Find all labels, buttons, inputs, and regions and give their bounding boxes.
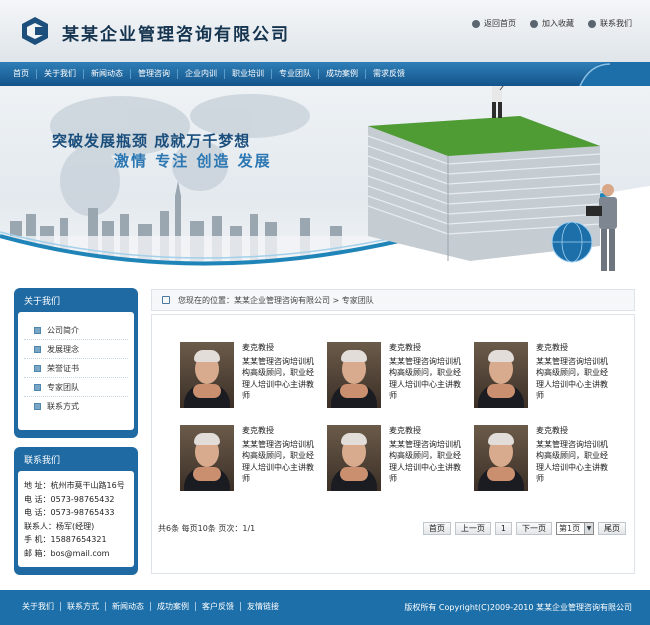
- top-links: 返回首页 加入收藏 联系我们: [472, 18, 632, 29]
- square-bullet-icon: [34, 326, 41, 334]
- expert-content: 麦克教授 某某管理咨询培训机构高级顾问，职业经理人培训中心主讲教师 麦克教授 某某管…: [151, 314, 635, 574]
- expert-name[interactable]: 麦克教授: [242, 425, 320, 437]
- contact-email: 邮 箱：bos@mail.com: [24, 548, 110, 558]
- expert-card[interactable]: 麦克教授某某管理咨询培训机构高级顾问，职业经理人培训中心主讲教师: [474, 342, 621, 408]
- expert-name[interactable]: 麦克教授: [536, 425, 614, 437]
- breadcrumb-text: 您现在的位置：某某企业管理咨询有限公司 > 专家团队: [178, 295, 374, 305]
- nav-item-team[interactable]: 专业团队: [272, 69, 319, 79]
- expert-name[interactable]: 麦克教授: [389, 342, 467, 354]
- home-icon: [472, 19, 480, 28]
- square-bullet-icon: [34, 403, 41, 410]
- expert-card[interactable]: 麦克教授某某管理咨询培训机构高级顾问，职业经理人培训中心主讲教师: [474, 425, 621, 491]
- breadcrumb: 您现在的位置：某某企业管理咨询有限公司 > 专家团队: [151, 289, 635, 311]
- about-box-title: 关于我们: [24, 297, 61, 307]
- location-icon: [162, 296, 170, 304]
- banner-illustration: [0, 86, 650, 274]
- contact-link[interactable]: 联系我们: [588, 18, 632, 29]
- site-title: 某某企业管理咨询有限公司: [62, 25, 290, 45]
- copyright: 版权所有 Copyright(C)2009-2010 某某企业管理咨询有限公司: [404, 603, 632, 612]
- next-page-button[interactable]: 下一页: [516, 522, 552, 535]
- expert-photo[interactable]: [327, 342, 381, 408]
- header: 某某企业管理咨询有限公司 返回首页 加入收藏 联系我们: [0, 0, 650, 62]
- expert-name[interactable]: 麦克教授: [389, 425, 467, 437]
- nav-item-cases[interactable]: 成功案例: [319, 69, 366, 79]
- contact-box-title: 联系我们: [24, 456, 61, 466]
- nav-item-training[interactable]: 企业内训: [178, 69, 225, 79]
- favorite-icon: [530, 19, 538, 28]
- square-bullet-icon: [34, 364, 41, 372]
- expert-desc: 某某管理咨询培训机构高级顾问，职业经理人培训中心主讲教师: [536, 356, 608, 401]
- pager-info: 共6条 每页10条 页次：1/1: [158, 524, 256, 533]
- pagination: 首页 上一页 1 下一页 第1页 ▼ 尾页: [422, 522, 626, 535]
- banner-slogan-primary: 突破发展瓶颈 成就万千梦想: [52, 132, 251, 150]
- nav-item-news[interactable]: 新闻动态: [84, 69, 131, 79]
- expert-desc: 某某管理咨询培训机构高级顾问，职业经理人培训中心主讲教师: [536, 439, 608, 484]
- expert-photo[interactable]: [327, 425, 381, 491]
- page-select[interactable]: 第1页 ▼: [556, 522, 594, 535]
- expert-name[interactable]: 麦克教授: [242, 342, 320, 354]
- expert-card[interactable]: 麦克教授某某管理咨询培训机构高级顾问，职业经理人培训中心主讲教师: [180, 425, 327, 491]
- expert-photo[interactable]: [180, 342, 234, 408]
- footer-link-friends[interactable]: 友情链接: [241, 602, 285, 611]
- banner: 突破发展瓶颈 成就万千梦想 激情 专注 创造 发展: [0, 86, 650, 274]
- contact-person: 联系人：杨军(经理): [24, 521, 95, 531]
- square-bullet-icon: [34, 383, 41, 391]
- logo-icon: [22, 17, 48, 45]
- nav-decoration: [579, 62, 650, 86]
- expert-card[interactable]: 麦克教授某某管理咨询培训机构高级顾问，职业经理人培训中心主讲教师: [327, 425, 474, 491]
- expert-photo[interactable]: [474, 425, 528, 491]
- footer-link-news[interactable]: 新闻动态: [106, 602, 151, 611]
- expert-card[interactable]: 麦克教授某某管理咨询培训机构高级顾问，职业经理人培训中心主讲教师: [180, 342, 327, 408]
- contact-icon: [588, 19, 596, 28]
- nav-item-consulting[interactable]: 管理咨询: [131, 69, 178, 79]
- first-page-button[interactable]: 首页: [422, 522, 451, 535]
- about-item-experts[interactable]: 专家团队: [24, 378, 128, 397]
- footer-link-contact[interactable]: 联系方式: [61, 602, 106, 611]
- banner-slogan-secondary: 激情 专注 创造 发展: [114, 152, 272, 170]
- square-bullet-icon: [34, 345, 41, 353]
- expert-photo[interactable]: [474, 342, 528, 408]
- page: 某某企业管理咨询有限公司 返回首页 加入收藏 联系我们 首页 关于我们 新闻动态…: [0, 0, 650, 625]
- expert-name[interactable]: 麦克教授: [536, 342, 614, 354]
- about-box: 关于我们 公司简介 发展理念 荣誉证书 专家团队 联系方式: [14, 288, 138, 438]
- prev-page-button[interactable]: 上一页: [454, 522, 491, 535]
- last-page-button[interactable]: 尾页: [598, 522, 626, 535]
- about-item-honors[interactable]: 荣誉证书: [24, 359, 128, 378]
- expert-desc: 某某管理咨询培训机构高级顾问，职业经理人培训中心主讲教师: [389, 356, 461, 401]
- contact-address: 地 址：杭州市莫干山路16号: [24, 481, 125, 490]
- expert-desc: 某某管理咨询培训机构高级顾问，职业经理人培训中心主讲教师: [242, 439, 314, 484]
- nav-item-feedback[interactable]: 需求反馈: [366, 69, 412, 79]
- contact-box: 联系我们 地 址：杭州市莫干山路16号 电 话：0573-98765432 电 …: [14, 447, 138, 575]
- chevron-down-icon: ▼: [584, 523, 593, 534]
- footer-link-about[interactable]: 关于我们: [22, 602, 61, 611]
- expert-grid: 麦克教授 某某管理咨询培训机构高级顾问，职业经理人培训中心主讲教师 麦克教授 某某管…: [180, 342, 621, 491]
- nav-item-home[interactable]: 首页: [6, 69, 37, 79]
- expert-photo[interactable]: [180, 425, 234, 491]
- footer-link-feedback[interactable]: 客户反馈: [196, 602, 241, 611]
- favorite-link[interactable]: 加入收藏: [530, 18, 574, 29]
- footer-links: 关于我们 联系方式 新闻动态 成功案例 客户反馈 友情链接: [22, 602, 285, 611]
- footer: 关于我们 联系方式 新闻动态 成功案例 客户反馈 友情链接 版权所有 Copyr…: [0, 590, 650, 625]
- contact-phone-2: 电 话：0573-98765433: [24, 508, 115, 518]
- footer-link-cases[interactable]: 成功案例: [151, 602, 196, 611]
- home-link[interactable]: 返回首页: [472, 18, 516, 29]
- current-page-button[interactable]: 1: [494, 522, 512, 535]
- expert-desc: 某某管理咨询培训机构高级顾问，职业经理人培训中心主讲教师: [242, 356, 314, 401]
- about-item-contact[interactable]: 联系方式: [24, 397, 128, 416]
- about-item-profile[interactable]: 公司简介: [24, 321, 128, 340]
- expert-desc: 某某管理咨询培训机构高级顾问，职业经理人培训中心主讲教师: [389, 439, 461, 484]
- main-nav: 首页 关于我们 新闻动态 管理咨询 企业内训 职业培训 专业团队 成功案例 需求…: [0, 62, 650, 86]
- nav-item-career[interactable]: 职业培训: [225, 69, 272, 79]
- expert-card[interactable]: 麦克教授某某管理咨询培训机构高级顾问，职业经理人培训中心主讲教师: [327, 342, 474, 408]
- about-item-philosophy[interactable]: 发展理念: [24, 340, 128, 359]
- contact-mobile: 手 机：15887654321: [24, 535, 107, 545]
- nav-item-about[interactable]: 关于我们: [37, 69, 84, 79]
- contact-phone-1: 电 话：0573-98765432: [24, 494, 115, 504]
